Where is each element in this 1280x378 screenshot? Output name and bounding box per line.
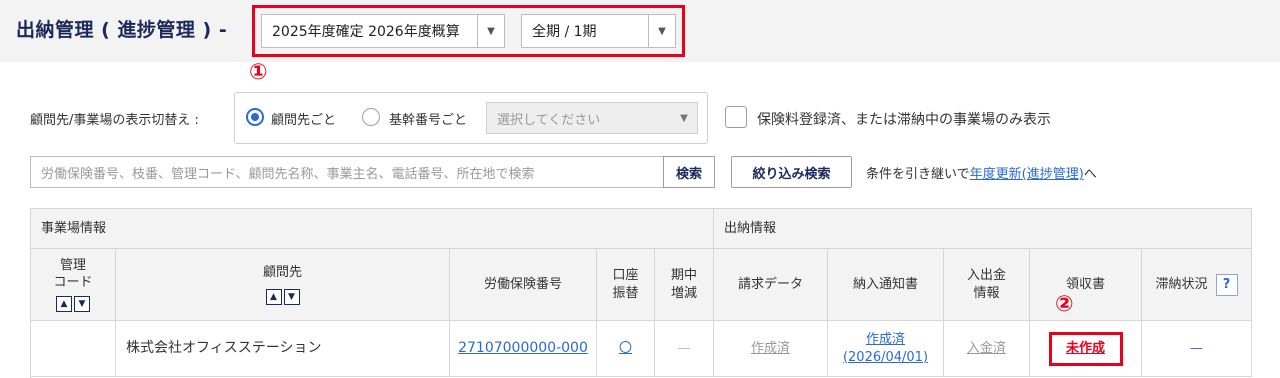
sort-down-icon[interactable]: ▼	[283, 289, 300, 306]
search-button[interactable]: 検索	[663, 156, 715, 188]
row-insurance-number: 27107000000-000	[450, 321, 597, 377]
row-invoice: 作成済	[714, 321, 828, 377]
row-account-transfer: 〇	[597, 321, 655, 377]
insurance-number-link[interactable]: 27107000000-000	[458, 339, 588, 358]
payment-notice-date[interactable]: (2026/04/01)	[843, 349, 928, 367]
group-cash-info: 出納情報	[714, 209, 1252, 249]
fiscal-year-value: 2025年度確定 2026年度概算	[272, 24, 460, 40]
col-account-transfer: 口座 振替	[597, 249, 655, 321]
display-toggle-label: 顧問先/事業場の表示切替え :	[30, 113, 199, 128]
col-inout-line1: 入出金	[966, 267, 1006, 283]
row-receipt: 未作成	[1030, 321, 1142, 377]
col-payment-notice: 納入通知書	[828, 249, 944, 321]
search-input[interactable]: 労働保険番号、枝番、管理コード、顧問先名称、事業主名、電話番号、所在地で検索	[30, 156, 664, 188]
receipt-highlight-box: 未作成	[1048, 331, 1123, 366]
row-payment-notice: 作成済 (2026/04/01)	[828, 321, 944, 377]
col-mid-line2: 増減	[670, 285, 697, 301]
col-mid-line1: 期中	[670, 267, 697, 283]
payment-notice-link[interactable]: 作成済	[866, 331, 905, 349]
col-insurance-number: 労働保険番号	[450, 249, 597, 321]
carry-suffix: へ	[1083, 167, 1097, 182]
row-arrears: —	[1142, 321, 1252, 377]
col-arrears-label: 滞納状況	[1155, 276, 1208, 292]
col-arrears: 滞納状況 ?	[1142, 249, 1252, 321]
col-client: 顧問先 ▲ ▼	[116, 249, 450, 321]
chevron-down-icon: ▼	[680, 112, 688, 124]
marker-two: ②	[1055, 292, 1074, 317]
search-placeholder: 労働保険番号、枝番、管理コード、顧問先名称、事業主名、電話番号、所在地で検索	[41, 166, 535, 182]
col-inout-line2: 情報	[973, 285, 1000, 301]
col-invoice-data: 請求データ	[714, 249, 828, 321]
invoice-link[interactable]: 作成済	[751, 340, 790, 358]
base-number-placeholder: 選択してください	[497, 112, 601, 128]
row-code	[31, 321, 116, 377]
page-title: 出納管理 ( 進捗管理 ) -	[16, 19, 228, 41]
receipt-not-created-link[interactable]: 未作成	[1066, 340, 1105, 358]
inout-link[interactable]: 入金済	[967, 340, 1006, 358]
col-code-line1: 管理	[59, 257, 86, 273]
code-sort-controls: ▲ ▼	[55, 294, 91, 313]
sort-down-icon[interactable]: ▼	[74, 296, 90, 313]
chevron-down-icon: ▼	[648, 15, 675, 47]
registered-only-label[interactable]: 保険料登録済、または滞納中の事業場のみ表示	[757, 109, 1051, 129]
radio-base-number[interactable]	[362, 108, 380, 126]
year-update-link[interactable]: 年度更新(進捗管理)	[970, 167, 1084, 182]
col-inout-info: 入出金 情報	[944, 249, 1030, 321]
row-client-name: 株式会社オフィスステーション	[116, 321, 450, 377]
account-transfer-link[interactable]: 〇	[619, 340, 632, 358]
base-number-select[interactable]: 選択してください ▼	[486, 102, 698, 134]
carry-conditions-text: 条件を引き継いで年度更新(進捗管理)へ	[866, 163, 1097, 182]
registered-only-checkbox[interactable]	[725, 106, 747, 128]
col-receipt: 領収書	[1030, 249, 1142, 321]
col-account-line2: 振替	[612, 285, 639, 301]
fiscal-year-select[interactable]: 2025年度確定 2026年度概算 ▼	[261, 14, 505, 48]
period-value: 全期 / 1期	[532, 24, 597, 40]
col-code-line2: コード	[53, 275, 93, 291]
sort-up-icon[interactable]: ▲	[265, 289, 282, 306]
radio-client-label[interactable]: 顧問先ごと	[271, 109, 336, 128]
sort-up-icon[interactable]: ▲	[56, 296, 72, 313]
group-site-label: 事業場情報	[41, 220, 107, 236]
radio-client[interactable]	[246, 108, 264, 126]
period-select[interactable]: 全期 / 1期 ▼	[521, 14, 676, 48]
client-name: 株式会社オフィスステーション	[126, 340, 322, 357]
group-site-info: 事業場情報	[31, 209, 714, 249]
chevron-down-icon: ▼	[477, 15, 504, 47]
col-client-label: 顧問先	[262, 264, 302, 280]
group-cash-label: 出納情報	[724, 220, 777, 236]
col-code: 管理 コード ▲ ▼	[31, 249, 116, 321]
help-icon[interactable]: ?	[1215, 273, 1238, 296]
row-inout: 入金済	[944, 321, 1030, 377]
row-mid-change: —	[655, 321, 714, 377]
narrow-search-button[interactable]: 絞り込み検索	[731, 156, 852, 188]
radio-base-number-label[interactable]: 基幹番号ごと	[389, 109, 467, 128]
col-mid-change: 期中 増減	[655, 249, 714, 321]
marker-one: ①	[249, 60, 268, 85]
client-sort-controls: ▲ ▼	[265, 287, 301, 306]
carry-prefix: 条件を引き継いで	[866, 167, 970, 182]
col-account-line1: 口座	[612, 267, 639, 283]
